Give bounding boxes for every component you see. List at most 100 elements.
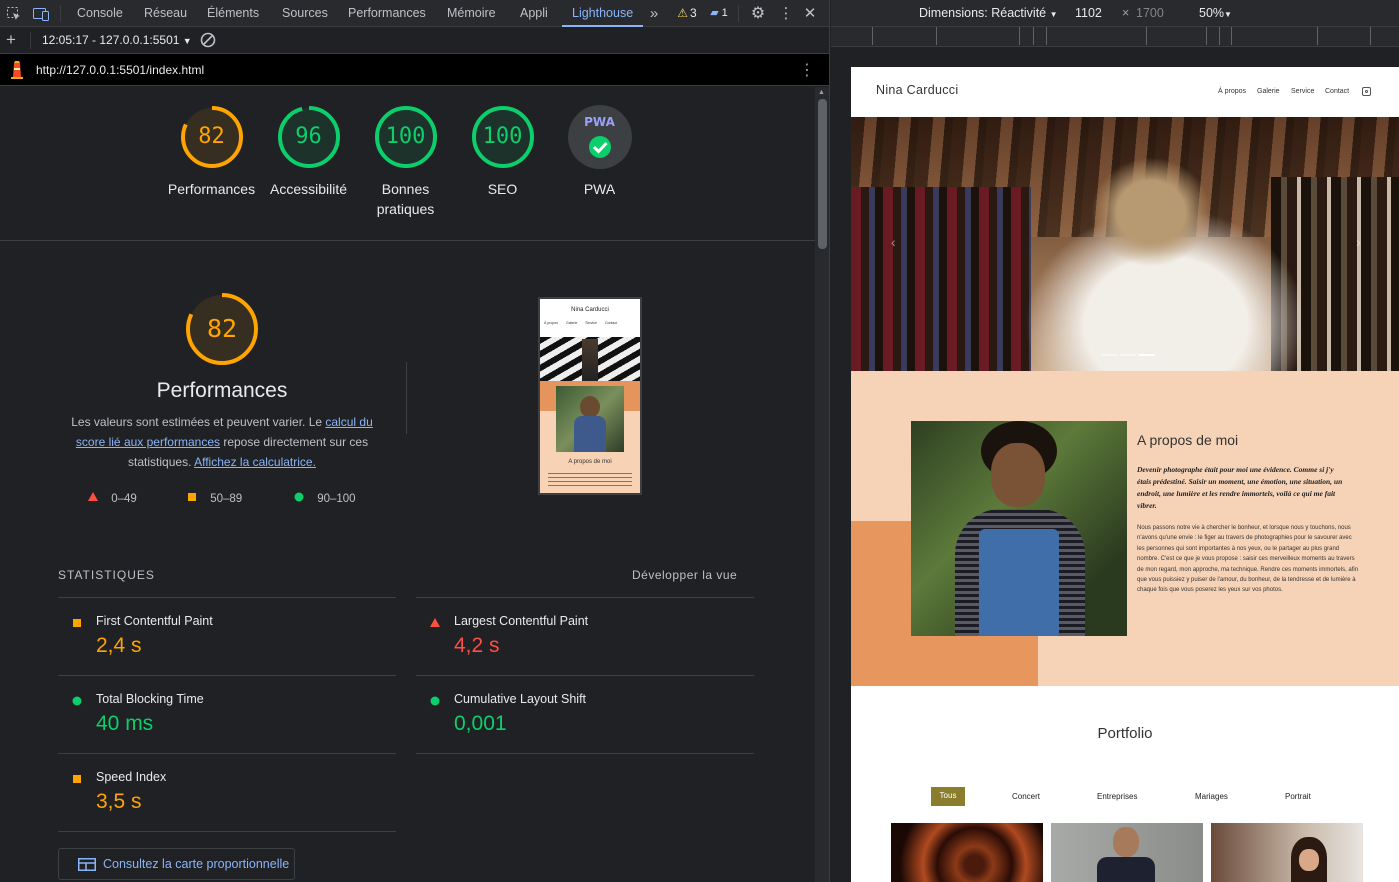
kebab-menu-icon[interactable]: ⋮ — [776, 0, 796, 27]
filter-portrait[interactable]: Portrait — [1285, 792, 1311, 801]
report-session-select[interactable]: 12:05:17 - 127.0.0.1:5501 ▼ — [42, 33, 192, 47]
separator — [30, 32, 31, 49]
thumb-nav-item: Galerie — [566, 321, 578, 325]
legend-fail: 0–49 — [88, 492, 137, 505]
zoom-select[interactable]: 50%▼ — [1199, 6, 1232, 20]
new-report-plus-icon[interactable]: + — [6, 30, 16, 50]
filter-all-label: Tous — [939, 791, 957, 800]
warnings-badge[interactable]: ⚠ 3 — [672, 0, 702, 27]
filter-concert[interactable]: Concert — [1012, 792, 1040, 801]
perf-description: Les valeurs sont estimées et peuvent var… — [62, 412, 382, 472]
site-nav-service[interactable]: Service — [1291, 88, 1314, 95]
thumb-portrait — [556, 386, 624, 452]
gauge-value: 100 — [482, 124, 523, 149]
thumb-nav-item: Service — [585, 321, 597, 325]
thumb-about-title: A propos de moi — [568, 459, 612, 465]
site-nav-gallery[interactable]: Galerie — [1257, 88, 1280, 95]
thumb-hero-image — [540, 337, 640, 381]
gauge-label: SEO — [487, 181, 518, 197]
gauge-value: 96 — [295, 124, 322, 149]
settings-gear-icon[interactable]: ⚙ — [748, 0, 768, 27]
carousel-dot-active[interactable] — [1139, 354, 1155, 356]
carousel-dot[interactable] — [1120, 354, 1136, 356]
scrollbar-thumb[interactable] — [818, 99, 827, 249]
report-menu-kebab-icon[interactable]: ⋮ — [799, 60, 815, 80]
carousel-dot[interactable] — [1101, 354, 1117, 356]
score-gauge-accessibility[interactable]: 96 Accessibilité — [260, 105, 357, 199]
width-input[interactable]: 1102 — [1075, 6, 1102, 20]
filter-weddings[interactable]: Mariages — [1195, 792, 1228, 801]
more-tabs-icon[interactable]: » — [646, 0, 662, 27]
report-scrollbar[interactable]: ▲ — [815, 87, 829, 882]
report-url-bar: http://127.0.0.1:5501/index.html ⋮ — [0, 54, 829, 86]
section-divider — [0, 240, 815, 241]
metric-speed-index: Speed Index 3,5 s — [58, 754, 396, 832]
emulated-website: Nina Carducci À propos Galerie Service C… — [851, 67, 1399, 882]
tab-application[interactable]: Appli — [520, 0, 548, 27]
tab-console[interactable]: Console — [77, 0, 123, 27]
devtools-tabbar: Console Réseau Éléments Sources Performa… — [0, 0, 829, 27]
legend-pass: 90–100 — [294, 492, 356, 505]
pwa-badge-text: PWA — [584, 115, 615, 129]
report-url[interactable]: http://127.0.0.1:5501/index.html — [36, 63, 204, 77]
site-nav-contact[interactable]: Contact — [1325, 88, 1349, 95]
carousel-indicators — [1101, 354, 1155, 356]
score-gauge-pwa[interactable]: PWA PWA — [551, 105, 648, 199]
score-gauge-seo[interactable]: 100 SEO — [454, 105, 551, 199]
tab-memory[interactable]: Mémoire — [447, 0, 496, 27]
messages-badge[interactable]: ▰ 1 — [706, 0, 732, 27]
triangle-icon — [88, 492, 98, 501]
tab-sources[interactable]: Sources — [282, 0, 328, 27]
about-body: Nous passons notre vie à chercher le bon… — [1137, 525, 1359, 594]
clear-block-icon[interactable] — [199, 31, 217, 52]
height-input[interactable]: 1700 — [1136, 6, 1164, 20]
perf-title: Performances — [156, 379, 288, 402]
circle-icon — [430, 696, 440, 706]
close-devtools-icon[interactable]: ✕ — [800, 0, 820, 27]
metric-label: Speed Index — [96, 770, 167, 784]
lighthouse-report: 82 Performances 96 Accessibilité 100 Bon… — [0, 87, 815, 882]
circle-icon — [294, 492, 304, 502]
hero-groom — [1091, 157, 1211, 267]
gauge-ring: 82 — [180, 105, 244, 169]
gauge-value: 100 — [385, 124, 426, 149]
site-nav-about[interactable]: À propos — [1218, 88, 1246, 95]
chevron-down-icon: ▼ — [1224, 10, 1232, 19]
gallery-image-portrait[interactable] — [1211, 823, 1363, 882]
expand-view-toggle[interactable]: Développer la vue — [632, 568, 737, 582]
gauge-label: Performances — [167, 181, 256, 197]
gallery-image-concert[interactable] — [891, 823, 1043, 882]
score-gauge-best-practices[interactable]: 100 Bonnes pratiques — [357, 105, 454, 219]
metric-label: Cumulative Layout Shift — [454, 692, 587, 706]
gallery-image-business[interactable] — [1051, 823, 1203, 882]
filter-enterprises[interactable]: Entreprises — [1097, 792, 1137, 801]
pwa-badge-icon: PWA — [567, 105, 632, 169]
hero-carousel-image[interactable]: ‹ › — [851, 117, 1399, 371]
metric-value: 3,5 s — [96, 790, 142, 813]
tab-elements[interactable]: Éléments — [207, 0, 259, 27]
devtools-panel: Console Réseau Éléments Sources Performa… — [0, 0, 830, 882]
dimensions-select[interactable]: Dimensions: Réactivité ▼ — [919, 6, 1058, 20]
final-screenshot-thumbnail[interactable]: Nina Carducci À propos Galerie Service C… — [538, 297, 642, 495]
site-brand[interactable]: Nina Carducci — [876, 83, 958, 97]
calculator-link[interactable]: Affichez la calculatrice. — [194, 455, 316, 469]
metric-value: 40 ms — [96, 712, 154, 735]
tab-lighthouse[interactable]: Lighthouse — [562, 0, 644, 27]
dimensions-label: Dimensions: Réactivité — [919, 6, 1047, 20]
scroll-up-arrow-icon[interactable]: ▲ — [818, 89, 825, 96]
tab-performance[interactable]: Performances — [348, 0, 426, 27]
separator — [738, 5, 739, 22]
score-gauge-performance[interactable]: 82 Performances — [163, 105, 260, 199]
instagram-icon[interactable] — [1362, 87, 1371, 96]
view-treemap-button[interactable]: Consultez la carte proportionnelle — [58, 848, 295, 880]
treemap-icon — [78, 858, 96, 871]
carousel-next-icon[interactable]: › — [1356, 234, 1361, 250]
square-icon — [188, 493, 196, 501]
media-query-ruler[interactable] — [831, 27, 1399, 47]
device-emulation-viewport: Dimensions: Réactivité ▼ 1102 × 1700 50%… — [831, 0, 1399, 882]
perf-desc-text: Les valeurs sont estimées et peuvent var… — [71, 415, 326, 429]
carousel-prev-icon[interactable]: ‹ — [891, 234, 896, 250]
tab-network[interactable]: Réseau — [144, 0, 187, 27]
metric-value: 0,001 — [454, 712, 507, 735]
thumb-nav-item: Contact — [604, 321, 618, 325]
